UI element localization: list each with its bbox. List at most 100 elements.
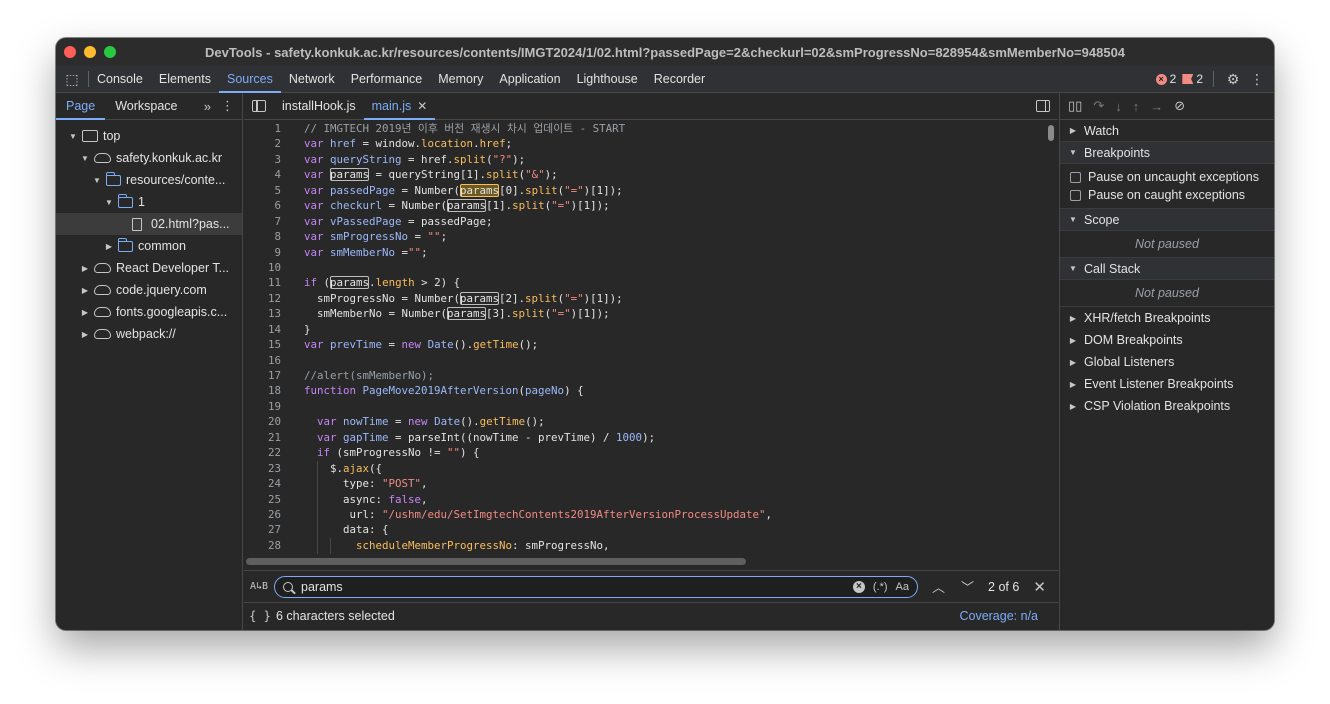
pause-caught-option[interactable]: Pause on caught exceptions bbox=[1060, 186, 1274, 204]
close-search-icon[interactable]: ✕ bbox=[1033, 578, 1046, 596]
line-number[interactable]: 13 bbox=[244, 306, 281, 321]
line-number[interactable]: 14 bbox=[244, 322, 281, 337]
code-view[interactable]: 1 // IMGTECH 2019년 이후 버전 재생시 차시 업데이트 - ST… bbox=[244, 121, 1058, 570]
expanded-arrow-icon[interactable]: ▼ bbox=[68, 132, 78, 141]
next-match-chevron-down-icon[interactable]: ﹀ bbox=[961, 577, 974, 596]
tree-item[interactable]: ▼ top bbox=[56, 125, 242, 147]
minimize-window-button[interactable] bbox=[84, 46, 96, 58]
line-number[interactable]: 28 bbox=[244, 538, 281, 553]
tree-item[interactable]: ▼ 1 bbox=[56, 191, 242, 213]
code-line[interactable]: 7 var vPassedPage = passedPage; bbox=[244, 214, 1058, 229]
code-line[interactable]: 12 smProgressNo = Number(params[2].split… bbox=[244, 291, 1058, 306]
tree-item[interactable]: ▼ resources/conte... bbox=[56, 169, 242, 191]
code-line[interactable]: 11 if (params.length > 2) { bbox=[244, 275, 1058, 290]
line-number[interactable]: 22 bbox=[244, 445, 281, 460]
line-number[interactable]: 21 bbox=[244, 430, 281, 445]
tab-elements[interactable]: Elements bbox=[151, 66, 219, 92]
inspect-element-icon[interactable]: ⬚ bbox=[56, 66, 88, 92]
tree-item[interactable]: ▶ fonts.googleapis.c... bbox=[56, 301, 242, 323]
horizontal-scrollbar[interactable] bbox=[246, 558, 746, 565]
section-csp-violation-breakpoints[interactable]: ▶ CSP Violation Breakpoints bbox=[1060, 395, 1274, 417]
code-line[interactable]: 5 var passedPage = Number(params[0].split… bbox=[244, 183, 1058, 198]
code-line[interactable]: 18 function PageMove2019AfterVersion(page… bbox=[244, 383, 1058, 398]
clear-search-icon[interactable]: × bbox=[852, 580, 865, 593]
tree-item[interactable]: ▶ webpack:// bbox=[56, 323, 242, 345]
code-line[interactable]: 23 $.ajax({ bbox=[244, 461, 1058, 476]
code-line[interactable]: 9 var smMemberNo =""; bbox=[244, 245, 1058, 260]
step-out-icon[interactable]: ↑ bbox=[1133, 99, 1140, 114]
code-line[interactable]: 3 var queryString = href.split("?"); bbox=[244, 152, 1058, 167]
pretty-print-braces-icon[interactable]: { } bbox=[244, 609, 276, 623]
close-tab-icon[interactable]: ✕ bbox=[417, 99, 427, 113]
line-number[interactable]: 26 bbox=[244, 507, 281, 522]
zoom-window-button[interactable] bbox=[104, 46, 116, 58]
code-line[interactable]: 2 var href = window.location.href; bbox=[244, 136, 1058, 151]
search-input[interactable] bbox=[301, 579, 853, 594]
code-line[interactable]: 20 var nowTime = new Date().getTime(); bbox=[244, 414, 1058, 429]
line-number[interactable]: 5 bbox=[244, 183, 281, 198]
code-line[interactable]: 26 url: "/ushm/edu/SetImgtechContents201… bbox=[244, 507, 1058, 522]
tree-item[interactable]: ▶02.html?pas... bbox=[56, 213, 242, 235]
editor-tab-main[interactable]: main.js ✕ bbox=[363, 93, 436, 120]
tab-sources[interactable]: Sources bbox=[218, 66, 281, 93]
code-line[interactable]: 15 var prevTime = new Date().getTime(); bbox=[244, 337, 1058, 352]
code-line[interactable]: 4 var params = queryString[1].split("&"); bbox=[244, 167, 1058, 182]
match-case-toggle[interactable]: Aa bbox=[896, 581, 909, 593]
code-line[interactable]: 17 //alert(smMemberNo); bbox=[244, 368, 1058, 383]
collapsed-arrow-icon[interactable]: ▶ bbox=[80, 286, 90, 295]
code-line[interactable]: 22 if (smProgressNo != "") { bbox=[244, 445, 1058, 460]
line-number[interactable]: 25 bbox=[244, 492, 281, 507]
code-line[interactable]: 16 bbox=[244, 353, 1058, 368]
code-line[interactable]: 1 // IMGTECH 2019년 이후 버전 재생시 차시 업데이트 - ST… bbox=[244, 121, 1058, 136]
line-number[interactable]: 18 bbox=[244, 383, 281, 398]
code-line[interactable]: 21 var gapTime = parseInt((nowTime - pre… bbox=[244, 430, 1058, 445]
coverage-status[interactable]: Coverage: n/a bbox=[959, 609, 1058, 623]
line-number[interactable]: 11 bbox=[244, 275, 281, 290]
tab-recorder[interactable]: Recorder bbox=[646, 66, 713, 92]
deactivate-breakpoints-icon[interactable]: ⊘ bbox=[1174, 98, 1185, 114]
tree-item[interactable]: ▼ safety.konkuk.ac.kr bbox=[56, 147, 242, 169]
code-line[interactable]: 25 async: false, bbox=[244, 492, 1058, 507]
line-number[interactable]: 2 bbox=[244, 136, 281, 151]
collapsed-arrow-icon[interactable]: ▶ bbox=[80, 330, 90, 339]
pause-uncaught-option[interactable]: Pause on uncaught exceptions bbox=[1060, 168, 1274, 186]
line-number[interactable]: 27 bbox=[244, 522, 281, 537]
tab-page[interactable]: Page bbox=[56, 93, 106, 120]
tree-item[interactable]: ▶ common bbox=[56, 235, 242, 257]
code-line[interactable]: 8 var smProgressNo = ""; bbox=[244, 229, 1058, 244]
line-number[interactable]: 23 bbox=[244, 461, 281, 476]
tab-network[interactable]: Network bbox=[281, 66, 343, 92]
more-options-icon[interactable]: ⋮ bbox=[1248, 71, 1266, 88]
section-xhr-fetch-breakpoints[interactable]: ▶ XHR/fetch Breakpoints bbox=[1060, 307, 1274, 329]
line-number[interactable]: 24 bbox=[244, 476, 281, 491]
checkbox[interactable] bbox=[1070, 189, 1081, 201]
section-event-listener-breakpoints[interactable]: ▶ Event Listener Breakpoints bbox=[1060, 373, 1274, 395]
step-into-icon[interactable]: ↓ bbox=[1115, 99, 1122, 114]
line-number[interactable]: 9 bbox=[244, 245, 281, 260]
close-window-button[interactable] bbox=[64, 46, 76, 58]
toggle-navigator-button[interactable] bbox=[244, 93, 274, 119]
line-number[interactable]: 20 bbox=[244, 414, 281, 429]
section-watch[interactable]: ▶ Watch bbox=[1060, 120, 1274, 142]
previous-match-chevron-up-icon[interactable]: ︿ bbox=[932, 577, 945, 596]
tab-workspace[interactable]: Workspace bbox=[105, 93, 187, 119]
tab-console[interactable]: Console bbox=[89, 66, 151, 92]
collapsed-arrow-icon[interactable]: ▶ bbox=[80, 308, 90, 317]
pause-resume-icon[interactable]: ▯▯ bbox=[1068, 98, 1082, 114]
code-line[interactable]: 6 var checkurl = Number(params[1].split("… bbox=[244, 198, 1058, 213]
tree-item[interactable]: ▶ code.jquery.com bbox=[56, 279, 242, 301]
issues-badge[interactable]: 2 bbox=[1182, 72, 1203, 86]
line-number[interactable]: 10 bbox=[244, 260, 281, 275]
editor-tab-installhook[interactable]: installHook.js bbox=[274, 93, 364, 119]
expanded-arrow-icon[interactable]: ▼ bbox=[104, 198, 114, 207]
line-number[interactable]: 3 bbox=[244, 152, 281, 167]
toggle-debugger-button[interactable] bbox=[1028, 93, 1058, 119]
vertical-scrollbar[interactable] bbox=[1048, 125, 1054, 141]
code-line[interactable]: 10 bbox=[244, 260, 1058, 275]
section-global-listeners[interactable]: ▶ Global Listeners bbox=[1060, 351, 1274, 373]
regex-toggle[interactable]: (.*) bbox=[873, 581, 888, 593]
tab-memory[interactable]: Memory bbox=[430, 66, 491, 92]
code-line[interactable]: 19 bbox=[244, 399, 1058, 414]
line-number[interactable]: 16 bbox=[244, 353, 281, 368]
line-number[interactable]: 7 bbox=[244, 214, 281, 229]
